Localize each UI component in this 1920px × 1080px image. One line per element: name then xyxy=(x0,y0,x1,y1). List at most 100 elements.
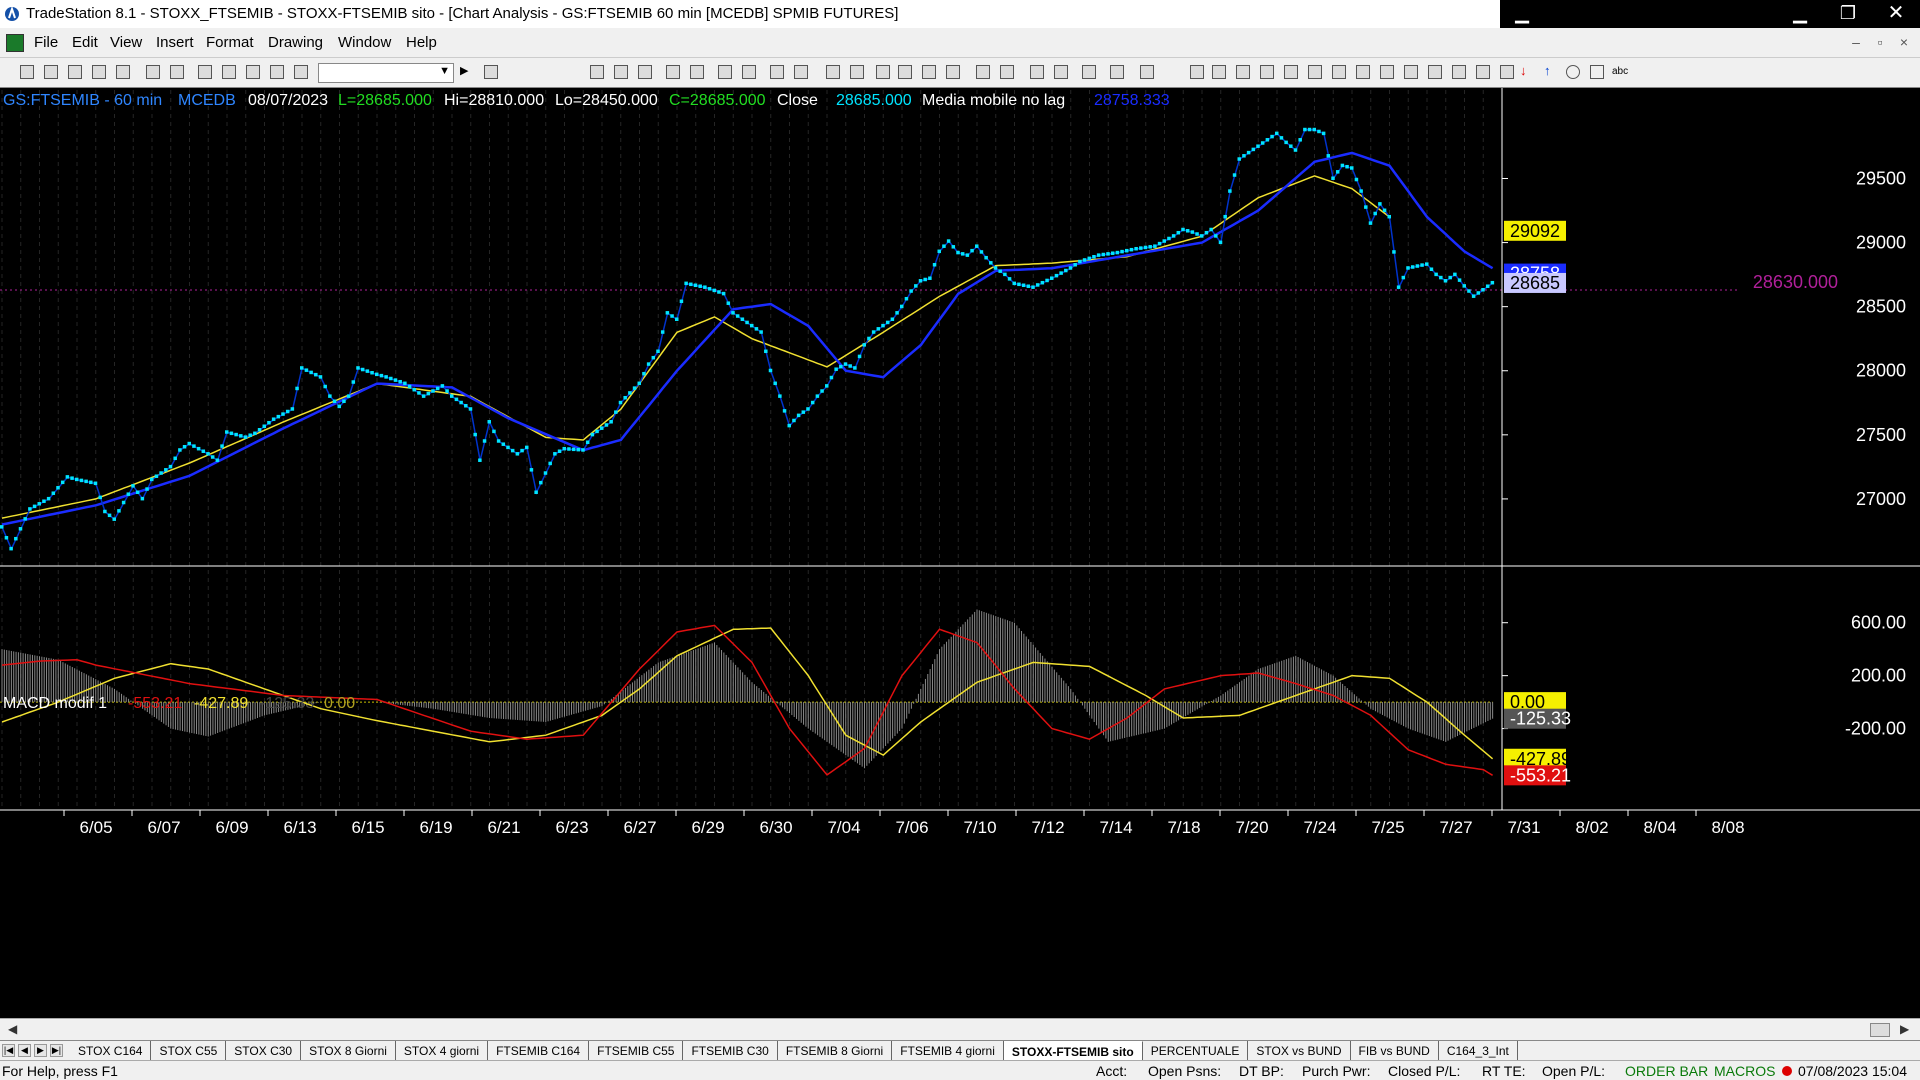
symbol-combo[interactable]: ▼ xyxy=(318,63,454,83)
zoom-in-icon[interactable] xyxy=(976,65,990,79)
channel-icon[interactable] xyxy=(1260,65,1274,79)
combo-next-arrow-icon[interactable]: ▶ xyxy=(460,64,474,78)
horizontal-scrollbar[interactable]: ◀ ▶ xyxy=(0,1018,1920,1040)
fib-icon[interactable] xyxy=(1332,65,1346,79)
menu-window[interactable]: Window xyxy=(338,34,391,51)
tab-prev-icon[interactable]: ◀ xyxy=(18,1044,31,1057)
folder-icon[interactable] xyxy=(116,65,130,79)
menu-edit[interactable]: Edit xyxy=(72,34,98,51)
trendline-icon[interactable] xyxy=(1082,65,1096,79)
tab-first-icon[interactable]: |◀ xyxy=(2,1044,15,1057)
new-window-icon[interactable] xyxy=(92,65,106,79)
workspace-tab[interactable]: FTSEMIB 8 Giorni xyxy=(777,1041,893,1060)
vertical-lines-icon[interactable] xyxy=(1212,65,1226,79)
restore-window-button[interactable]: ❐ xyxy=(1826,0,1870,28)
menu-view[interactable]: View xyxy=(110,34,142,51)
doc-icon[interactable] xyxy=(1140,65,1154,79)
sessions-icon[interactable] xyxy=(826,65,840,79)
new-icon[interactable] xyxy=(20,65,34,79)
arrow-icon[interactable] xyxy=(1404,65,1418,79)
scale-icon[interactable] xyxy=(922,65,936,79)
close-window-button[interactable]: ✕ xyxy=(1874,0,1918,28)
workspace-tab[interactable]: STOX 8 Giorni xyxy=(301,1041,396,1060)
menu-drawing[interactable]: Drawing xyxy=(268,34,323,51)
parallel-icon[interactable] xyxy=(1428,65,1442,79)
workspace-tab[interactable]: FTSEMIB C164 xyxy=(488,1041,590,1060)
interval-icon[interactable] xyxy=(850,65,864,79)
candles-icon[interactable] xyxy=(794,65,808,79)
workspace-tab[interactable]: FTSEMIB C55 xyxy=(589,1041,684,1060)
mdi-restore-button[interactable]: ▫ xyxy=(1870,34,1890,52)
alert-icon[interactable] xyxy=(742,65,756,79)
indicator-icon[interactable] xyxy=(666,65,680,79)
workspace-tab[interactable]: FTSEMIB 4 giorni xyxy=(892,1041,1004,1060)
andrews-pitchfork-icon[interactable] xyxy=(1380,65,1394,79)
workspace-tab[interactable]: STOXX-FTSEMIB sito xyxy=(1003,1041,1143,1060)
macros-button[interactable]: MACROS xyxy=(1714,1063,1775,1079)
price-dot xyxy=(1481,288,1485,292)
mdi-close-button[interactable]: × xyxy=(1894,34,1914,52)
rectangle-icon[interactable] xyxy=(1590,65,1604,79)
workspace-tab[interactable]: STOX 4 giorni xyxy=(395,1041,489,1060)
order-icon[interactable] xyxy=(1110,65,1124,79)
bars-icon[interactable] xyxy=(770,65,784,79)
strategy-icon[interactable] xyxy=(690,65,704,79)
grid-icon[interactable] xyxy=(638,65,652,79)
arc-icon[interactable] xyxy=(1452,65,1466,79)
text-tool-icon[interactable]: abc xyxy=(1612,66,1632,80)
analysis-icon[interactable] xyxy=(718,65,732,79)
fan-icon[interactable] xyxy=(1284,65,1298,79)
print-icon[interactable] xyxy=(170,65,184,79)
workspace-icon[interactable] xyxy=(68,65,82,79)
chart-type-icon[interactable] xyxy=(876,65,890,79)
find-icon[interactable] xyxy=(484,65,498,79)
format-data-icon[interactable] xyxy=(614,65,628,79)
pencil-icon[interactable] xyxy=(1190,65,1204,79)
workspace-tab[interactable]: STOX C30 xyxy=(226,1041,302,1060)
mdi-minimize-button[interactable]: – xyxy=(1846,34,1866,52)
refresh-icon[interactable] xyxy=(222,65,236,79)
tab-next-icon[interactable]: ▶ xyxy=(34,1044,47,1057)
move-icon[interactable] xyxy=(946,65,960,79)
workspace-tab[interactable]: STOX C55 xyxy=(151,1041,227,1060)
scroll-thumb[interactable] xyxy=(1870,1023,1890,1037)
crosshair-icon[interactable] xyxy=(1054,65,1068,79)
scroll-right-icon[interactable]: ▶ xyxy=(1900,1022,1909,1036)
tab-last-icon[interactable]: ▶| xyxy=(50,1044,63,1057)
speed-lines-icon[interactable] xyxy=(1356,65,1370,79)
link-icon[interactable] xyxy=(198,65,212,79)
workspace-tab[interactable]: C164_3_Int xyxy=(1438,1041,1518,1060)
lock-icon[interactable] xyxy=(246,65,260,79)
palette-icon[interactable] xyxy=(294,65,308,79)
pointer-icon[interactable] xyxy=(1030,65,1044,79)
dots-icon[interactable] xyxy=(898,65,912,79)
workspace-tab[interactable]: STOX C164 xyxy=(70,1041,152,1060)
format-window-icon[interactable] xyxy=(590,65,604,79)
horizontal-lines-icon[interactable] xyxy=(1236,65,1250,79)
workspace-tab[interactable]: PERCENTUALE xyxy=(1142,1041,1249,1060)
open-icon[interactable] xyxy=(44,65,58,79)
menu-file[interactable]: File xyxy=(34,34,58,51)
minimize-window-button[interactable]: ▁ xyxy=(1778,0,1822,28)
order-bar-button[interactable]: ORDER BAR xyxy=(1625,1063,1708,1079)
menu-format[interactable]: Format xyxy=(206,34,254,51)
up-arrow-icon[interactable]: ↑ xyxy=(1544,63,1558,78)
minimize-button[interactable]: ▁ xyxy=(1500,0,1544,28)
freehand-icon[interactable] xyxy=(1476,65,1490,79)
workspace-tab[interactable]: FTSEMIB C30 xyxy=(683,1041,778,1060)
zoom-out-icon[interactable] xyxy=(1000,65,1014,79)
down-arrow-icon[interactable]: ↓ xyxy=(1520,63,1534,78)
ellipse-icon[interactable] xyxy=(1566,65,1580,79)
menu-help[interactable]: Help xyxy=(406,34,437,51)
save-icon[interactable] xyxy=(146,65,160,79)
chart-window-icon[interactable] xyxy=(6,34,24,52)
gann-icon[interactable] xyxy=(1308,65,1322,79)
workspace-tab[interactable]: FIB vs BUND xyxy=(1350,1041,1439,1060)
chart-canvas[interactable]: 6/05 6/07 6/09 6/13 6/15 6/19 6/21 6/23 6/27 6/29… xyxy=(0,88,1920,1018)
chart-analysis-window[interactable]: 6/05 6/07 6/09 6/13 6/15 6/19 6/21 6/23 6/27 6/29… xyxy=(0,88,1920,1023)
scroll-left-icon[interactable]: ◀ xyxy=(8,1022,17,1036)
workspace-tab[interactable]: STOX vs BUND xyxy=(1248,1041,1351,1060)
menu-insert[interactable]: Insert xyxy=(156,34,194,51)
tools-icon[interactable] xyxy=(270,65,284,79)
curve-icon[interactable] xyxy=(1500,65,1514,79)
